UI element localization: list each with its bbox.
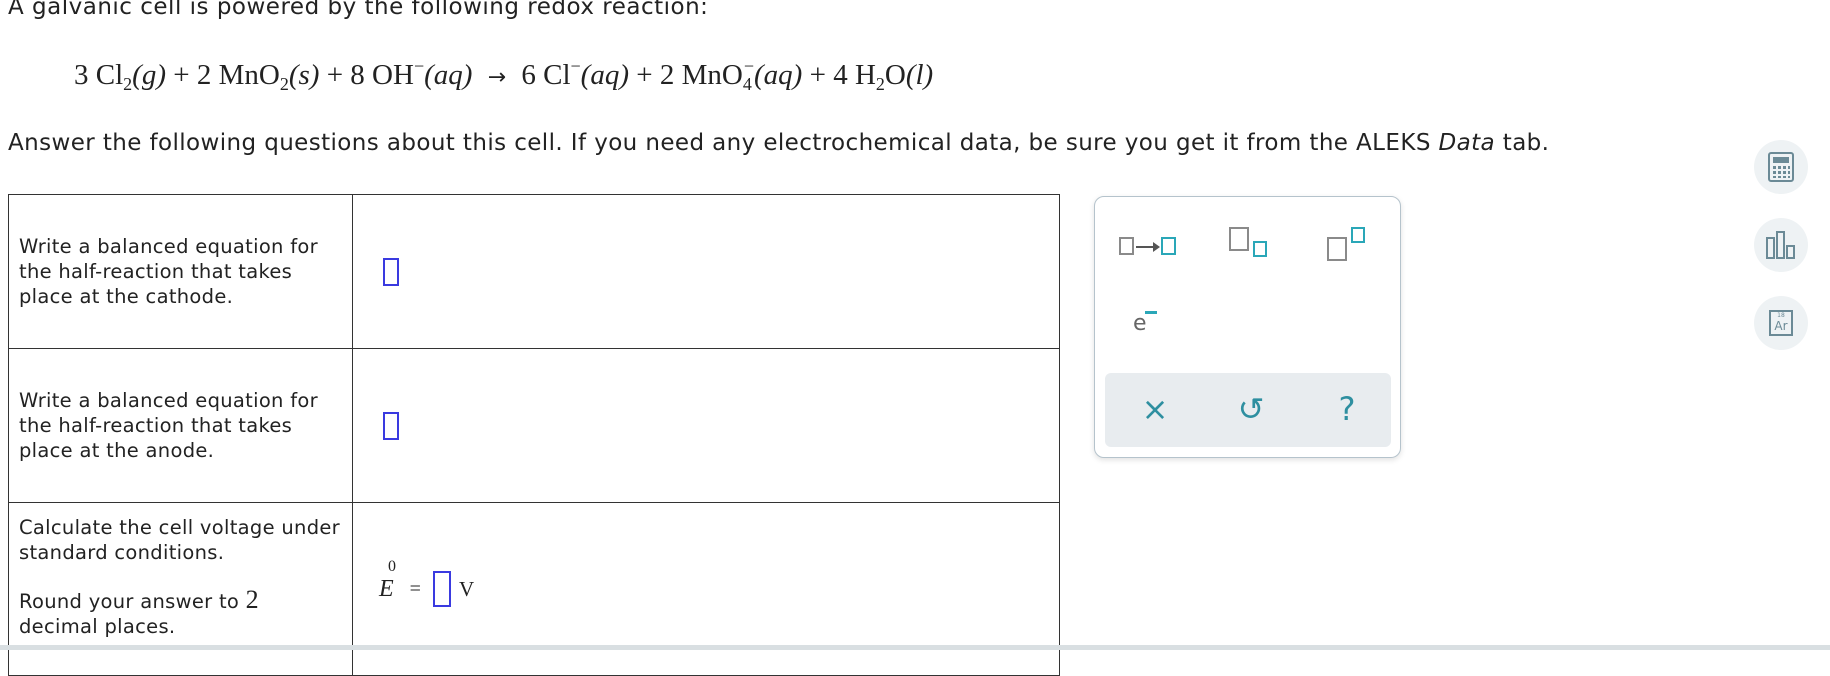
bar-chart-icon — [1766, 231, 1795, 259]
rounding-instruction: Round your answer to 2 decimal places. — [19, 587, 342, 639]
table-row: Write a balanced equation for the half-r… — [8, 348, 1060, 503]
voltage-answer: E0 = V — [379, 558, 1059, 607]
box-icon — [1229, 227, 1249, 251]
formula: Cl — [543, 59, 571, 91]
calculator-button[interactable] — [1754, 140, 1808, 194]
plus-sign: + — [636, 59, 653, 91]
cathode-question: Write a balanced equation for the half-r… — [8, 194, 353, 349]
electron-button[interactable]: e — [1133, 307, 1163, 337]
coef: 6 — [521, 59, 536, 91]
reaction-arrow-icon: → — [487, 65, 507, 90]
cathode-answer-input[interactable] — [383, 257, 399, 286]
charge: − — [570, 56, 581, 76]
e-letter: E — [379, 575, 394, 602]
periodic-table-icon: 18 Ar — [1769, 310, 1793, 336]
plus-sign: + — [809, 59, 826, 91]
state: (aq) — [754, 59, 803, 91]
standard-superscript: 0 — [388, 557, 396, 575]
box-icon — [1119, 237, 1134, 255]
e-symbol: E0 — [379, 558, 396, 603]
table-row: Write a balanced equation for the half-r… — [8, 194, 1060, 349]
box-icon — [1253, 241, 1267, 257]
atomic-number: 18 — [1777, 312, 1785, 319]
electron-charge-bar — [1145, 311, 1157, 314]
periodic-table-button[interactable]: 18 Ar — [1754, 296, 1808, 350]
subscript: 4 — [742, 74, 752, 94]
anode-answer-input[interactable] — [383, 411, 399, 440]
anode-question: Write a balanced equation for the half-r… — [8, 348, 353, 503]
rounding-text: decimal places. — [19, 615, 176, 638]
voltage-question-text: Calculate the cell voltage under standar… — [19, 516, 340, 564]
redox-reaction: 3 Cl2(g) + 2 MnO2(s) + 8 OH−(aq) → 6 Cl−… — [74, 56, 933, 95]
cathode-answer-cell — [352, 194, 1060, 349]
calculator-icon — [1768, 152, 1794, 182]
formula: MnO — [681, 59, 743, 91]
reaction-arrow-template-button[interactable] — [1119, 233, 1183, 259]
answer-instructions: Answer the following questions about thi… — [8, 130, 1549, 156]
coef: 2 — [196, 59, 212, 91]
state: (g) — [132, 59, 166, 91]
instruction-text: tab. — [1495, 130, 1550, 156]
anode-answer-cell — [352, 348, 1060, 503]
subscript: 2 — [123, 74, 133, 94]
charge: − — [743, 56, 754, 76]
data-tab-reference: Data — [1438, 130, 1496, 156]
undo-icon[interactable]: ↺ — [1231, 391, 1271, 427]
arrow-icon — [1136, 242, 1160, 252]
data-chart-button[interactable] — [1754, 218, 1808, 272]
question-table: Write a balanced equation for the half-r… — [8, 194, 1060, 676]
coef: 3 — [74, 59, 89, 91]
formula: OH — [372, 59, 414, 91]
formula: MnO — [218, 59, 280, 91]
instruction-text: Answer the following questions about thi… — [8, 130, 1439, 156]
help-icon[interactable]: ? — [1327, 391, 1367, 427]
subscript: 2 — [279, 74, 289, 94]
superscript-template-button[interactable] — [1327, 227, 1373, 261]
state: (s) — [288, 59, 320, 91]
element-symbol: Ar — [1774, 319, 1788, 333]
math-palette: e × ↺ ? — [1094, 196, 1401, 458]
palette-actions: × ↺ ? — [1105, 373, 1391, 447]
plus-sign: + — [326, 59, 344, 91]
state: (aq) — [580, 59, 629, 91]
box-icon — [1161, 237, 1176, 255]
coef: 2 — [659, 59, 675, 91]
plus-sign: + — [173, 59, 190, 91]
charge: − — [413, 56, 425, 76]
decimal-count: 2 — [245, 585, 259, 614]
coef: 8 — [350, 59, 365, 91]
state: (aq) — [424, 59, 473, 91]
formula: H — [854, 59, 876, 91]
electron-label: e — [1133, 311, 1147, 336]
formula: O — [884, 59, 906, 91]
subscript-template-button[interactable] — [1229, 227, 1275, 259]
formula: Cl — [95, 59, 124, 91]
state: (l) — [905, 59, 934, 91]
box-icon — [1351, 227, 1365, 243]
voltage-answer-input[interactable] — [432, 571, 451, 607]
rounding-text: Round your answer to — [19, 590, 246, 613]
volt-unit: V — [458, 576, 475, 601]
coef: 4 — [833, 59, 848, 91]
clear-icon[interactable]: × — [1135, 391, 1175, 427]
box-icon — [1327, 237, 1347, 261]
subscript: 2 — [875, 74, 885, 94]
intro-text: A galvanic cell is powered by the follow… — [8, 0, 709, 20]
bottom-scroll-edge — [0, 645, 1830, 650]
equals-sign: = — [409, 577, 421, 600]
